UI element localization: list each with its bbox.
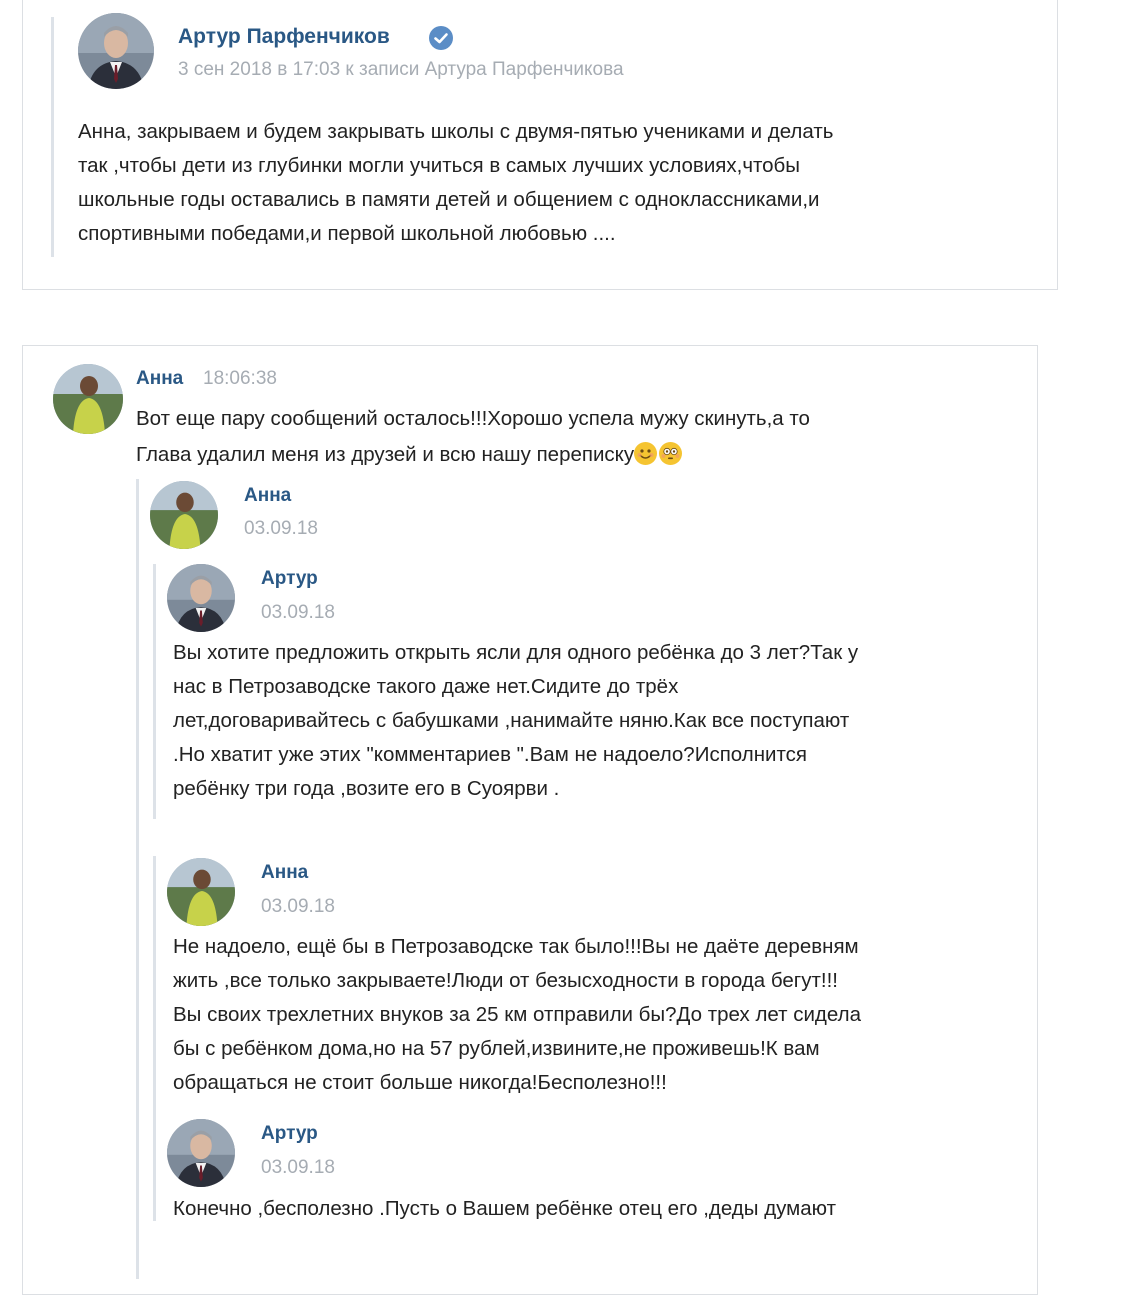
- text-line: Глава удалил меня из друзей и всю нашу п…: [136, 437, 1016, 473]
- text-line: Вы своих трехлетних внуков за 25 км отпр…: [173, 1003, 861, 1026]
- forward-author[interactable]: Артур: [261, 568, 318, 590]
- forward-bar: [136, 479, 139, 1279]
- forward-date[interactable]: 03.09.18: [261, 896, 335, 918]
- text-line: нас в Петрозаводске такого даже нет.Сиди…: [173, 675, 679, 698]
- text-line: Вот еще пару сообщений осталось!!!Хорошо…: [136, 407, 810, 430]
- message-time[interactable]: 18:06:38: [203, 368, 277, 390]
- forward-text: Не надоело, ещё бы в Петрозаводске так б…: [173, 930, 1023, 1100]
- message-text: Вот еще пару сообщений осталось!!!Хорошо…: [136, 401, 1016, 473]
- text-line: Конечно ,бесполезно .Пусть о Вашем ребён…: [173, 1197, 836, 1220]
- comment-text: Анна, закрываем и будем закрывать школы …: [78, 115, 1038, 251]
- forward-author[interactable]: Артур: [261, 1123, 318, 1145]
- anna-avatar[interactable]: [53, 364, 123, 434]
- quote-bar: [51, 17, 54, 257]
- forward-date[interactable]: 03.09.18: [261, 602, 335, 624]
- comment-card: Артур Парфенчиков 3 сен 2018 в 17:03 к з…: [22, 0, 1058, 290]
- forward-bar: [153, 856, 156, 1221]
- text-line: так ,чтобы дети из глубинки могли учитьс…: [78, 154, 801, 177]
- forward-date[interactable]: 03.09.18: [261, 1157, 335, 1179]
- person-photo-icon: [167, 1119, 235, 1187]
- text-line: Анна, закрываем и будем закрывать школы …: [78, 120, 834, 143]
- artur-avatar[interactable]: [167, 1119, 235, 1187]
- text-line-content: Глава удалил меня из друзей и всю нашу п…: [136, 443, 635, 466]
- text-line: ребёнку три года ,возите его в Суоярви .: [173, 777, 560, 800]
- post-meta[interactable]: 3 сен 2018 в 17:03 к записи Артура Парфе…: [178, 59, 624, 81]
- forward-bar: [153, 564, 156, 819]
- text-line: .Но хватит уже этих "комментариев ".Вам …: [173, 743, 807, 766]
- text-line: Вы хотите предложить открыть ясли для од…: [173, 641, 859, 664]
- text-line: лет,договаривайтесь с бабушками ,нанимай…: [173, 709, 850, 732]
- person-photo-icon: [167, 858, 235, 926]
- text-line: обращаться не стоит больше никогда!Беспо…: [173, 1071, 667, 1094]
- chat-card: Анна 18:06:38 Вот еще пару сообщений ост…: [22, 345, 1038, 1295]
- text-line: жить ,все только закрываете!Люди от безы…: [173, 969, 838, 992]
- text-line: спортивными победами,и первой школьной л…: [78, 222, 616, 245]
- text-line: бы с ребёнком дома,но на 57 рублей,извин…: [173, 1037, 820, 1060]
- person-photo-icon: [150, 481, 218, 549]
- forward-author[interactable]: Анна: [261, 862, 308, 884]
- person-photo-icon: [78, 13, 154, 89]
- verified-check-icon: [429, 26, 453, 50]
- person-photo-icon: [53, 364, 123, 434]
- flushed-face-emoji: [659, 442, 683, 465]
- artur-avatar[interactable]: [78, 13, 154, 89]
- text-line: школьные годы оставались в памяти детей …: [78, 188, 820, 211]
- forward-date[interactable]: 03.09.18: [244, 518, 318, 540]
- forward-text: Вы хотите предложить открыть ясли для од…: [173, 636, 1023, 806]
- artur-avatar[interactable]: [167, 564, 235, 632]
- forward-author[interactable]: Анна: [244, 485, 291, 507]
- anna-avatar[interactable]: [150, 481, 218, 549]
- person-photo-icon: [167, 564, 235, 632]
- anna-avatar[interactable]: [167, 858, 235, 926]
- text-line: Не надоело, ещё бы в Петрозаводске так б…: [173, 935, 859, 958]
- smiling-face-emoji: [634, 442, 658, 465]
- post-author-name[interactable]: Артур Парфенчиков: [178, 25, 390, 49]
- message-author[interactable]: Анна: [136, 368, 183, 390]
- forward-text: Конечно ,бесполезно .Пусть о Вашем ребён…: [173, 1192, 1023, 1226]
